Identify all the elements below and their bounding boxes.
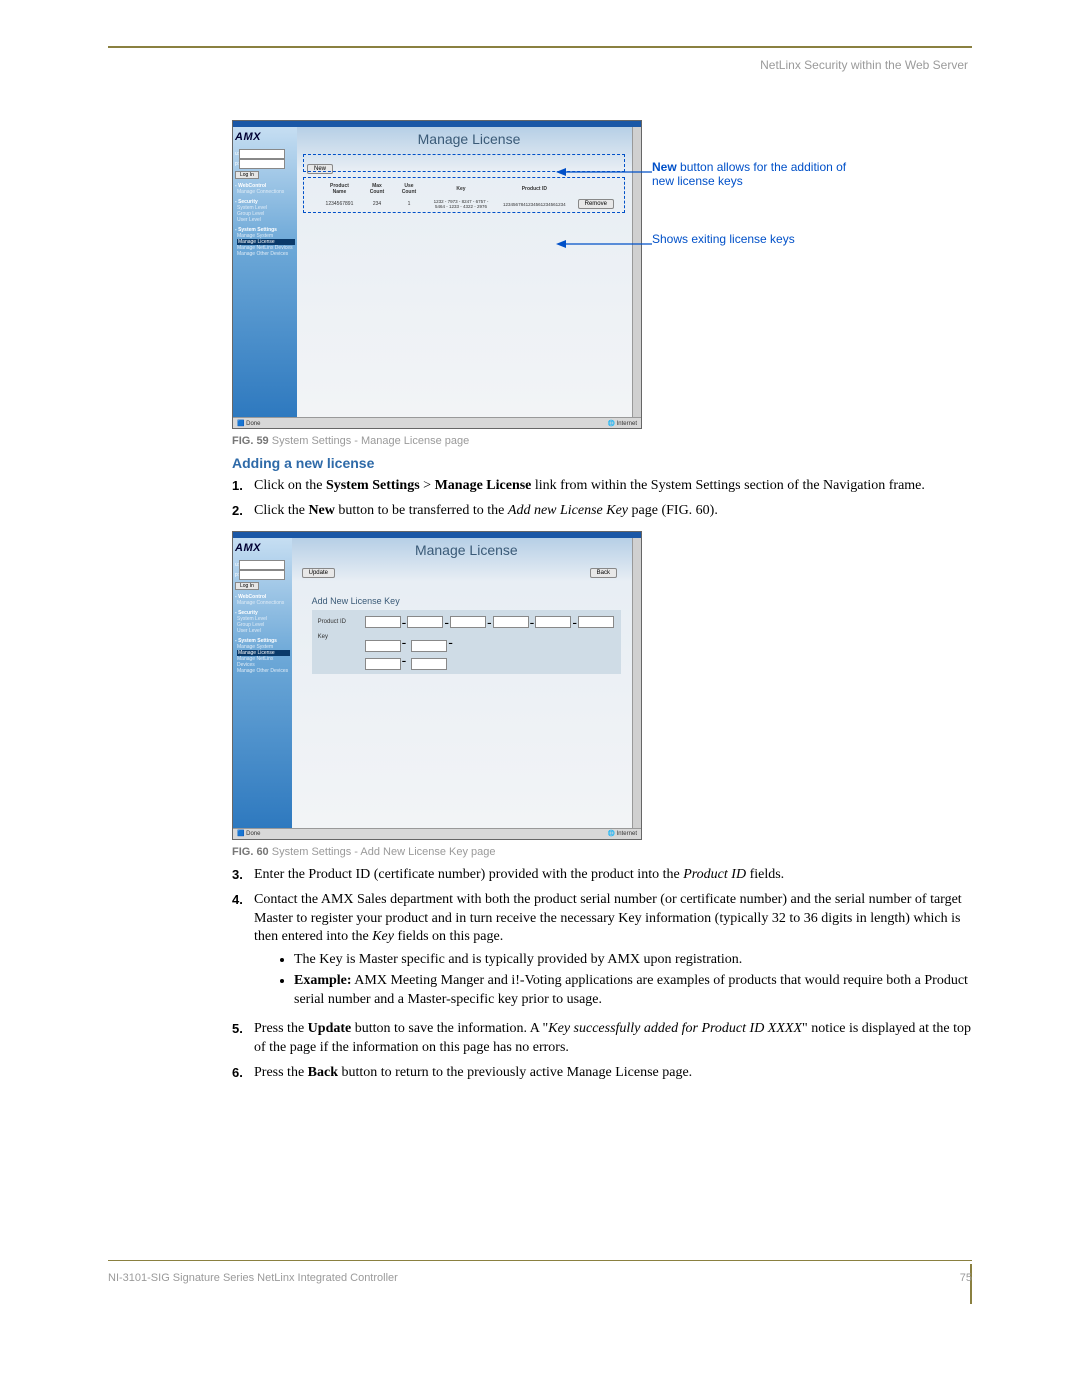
- step-4: 4. Contact the AMX Sales department with…: [232, 891, 972, 1014]
- table-row: 1234567891 234 1 1232 - 7973 - 8247 - 67…: [319, 198, 619, 210]
- update-button[interactable]: Update: [302, 568, 335, 578]
- amx-logo: AMX: [235, 542, 290, 554]
- new-button[interactable]: New: [307, 164, 333, 174]
- status-done: 🟦 Done: [237, 420, 260, 427]
- nav-user-level[interactable]: User Level: [237, 217, 295, 223]
- login-button[interactable]: Log In: [235, 171, 259, 179]
- step-2: 2. Click the New button to be transferre…: [232, 502, 972, 521]
- label-product-id: Product ID: [318, 619, 364, 625]
- username-input[interactable]: [239, 560, 285, 570]
- col-key: Key: [426, 182, 496, 196]
- license-table: Product Name Max Count Use Count Key Pro…: [317, 180, 621, 212]
- product-id-input-4[interactable]: [493, 616, 529, 628]
- col-product-name: Product Name: [319, 182, 360, 196]
- key-input-4[interactable]: [411, 658, 447, 670]
- product-id-input-1[interactable]: [365, 616, 401, 628]
- nav-manage-other-devices[interactable]: Manage Other Devices: [237, 251, 295, 257]
- col-product-id: Product ID: [498, 182, 571, 196]
- page-header: NetLinx Security within the Web Server: [760, 58, 968, 72]
- key-input-1[interactable]: [365, 640, 401, 652]
- product-id-input-5[interactable]: [535, 616, 571, 628]
- status-internet: 🌐 Internet: [608, 420, 638, 427]
- figure-59: AMX u: p: Log In - WebControl Manage Con…: [232, 120, 867, 429]
- password-input[interactable]: [239, 159, 285, 169]
- footer-left: NI-3101-SIG Signature Series NetLinx Int…: [108, 1272, 398, 1284]
- page-title: Manage License: [297, 127, 641, 155]
- col-use-count: Use Count: [394, 182, 424, 196]
- back-button[interactable]: Back: [590, 568, 617, 578]
- step-1: 1. Click on the System Settings > Manage…: [232, 477, 972, 496]
- remove-button[interactable]: Remove: [578, 199, 614, 209]
- step-3: 3. Enter the Product ID (certificate num…: [232, 866, 972, 885]
- label-key: Key: [318, 634, 364, 640]
- step-6: 6. Press the Back button to return to th…: [232, 1064, 972, 1083]
- product-id-input-2[interactable]: [407, 616, 443, 628]
- status-done: 🟦 Done: [237, 830, 260, 837]
- section-adding-new-license: Adding a new license: [232, 455, 972, 471]
- step-4-bullet-1: The Key is Master specific and is typica…: [294, 951, 972, 970]
- figure-60: AMX u: p: Log In - WebControl Manage Con…: [232, 531, 972, 840]
- amx-logo: AMX: [235, 131, 295, 143]
- figure-59-caption: FIG. 59 System Settings - Manage License…: [232, 435, 972, 447]
- key-input-3[interactable]: [365, 658, 401, 670]
- callout-existing-keys: Shows exiting license keys: [652, 232, 862, 246]
- status-internet: 🌐 Internet: [608, 830, 638, 837]
- figure-60-caption: FIG. 60 System Settings - Add New Licens…: [232, 846, 972, 858]
- product-id-input-3[interactable]: [450, 616, 486, 628]
- page-title: Manage License: [292, 538, 641, 566]
- page-number: 75: [960, 1272, 972, 1284]
- callout-new-button: New button allows for the addition of ne…: [652, 160, 862, 188]
- step-5: 5. Press the Update button to save the i…: [232, 1020, 972, 1058]
- key-input-2[interactable]: [411, 640, 447, 652]
- scrollbar[interactable]: [632, 538, 641, 828]
- login-button[interactable]: Log In: [235, 582, 259, 590]
- username-input[interactable]: [239, 149, 285, 159]
- password-input[interactable]: [239, 570, 285, 580]
- step-4-bullet-2: Example: AMX Meeting Manger and i!-Votin…: [294, 972, 972, 1010]
- col-max-count: Max Count: [362, 182, 392, 196]
- form-title: Add New License Key: [312, 596, 621, 606]
- app-window-60: AMX u: p: Log In - WebControl Manage Con…: [232, 531, 642, 840]
- nav-manage-connections[interactable]: Manage Connections: [237, 189, 295, 195]
- product-id-input-6[interactable]: [578, 616, 614, 628]
